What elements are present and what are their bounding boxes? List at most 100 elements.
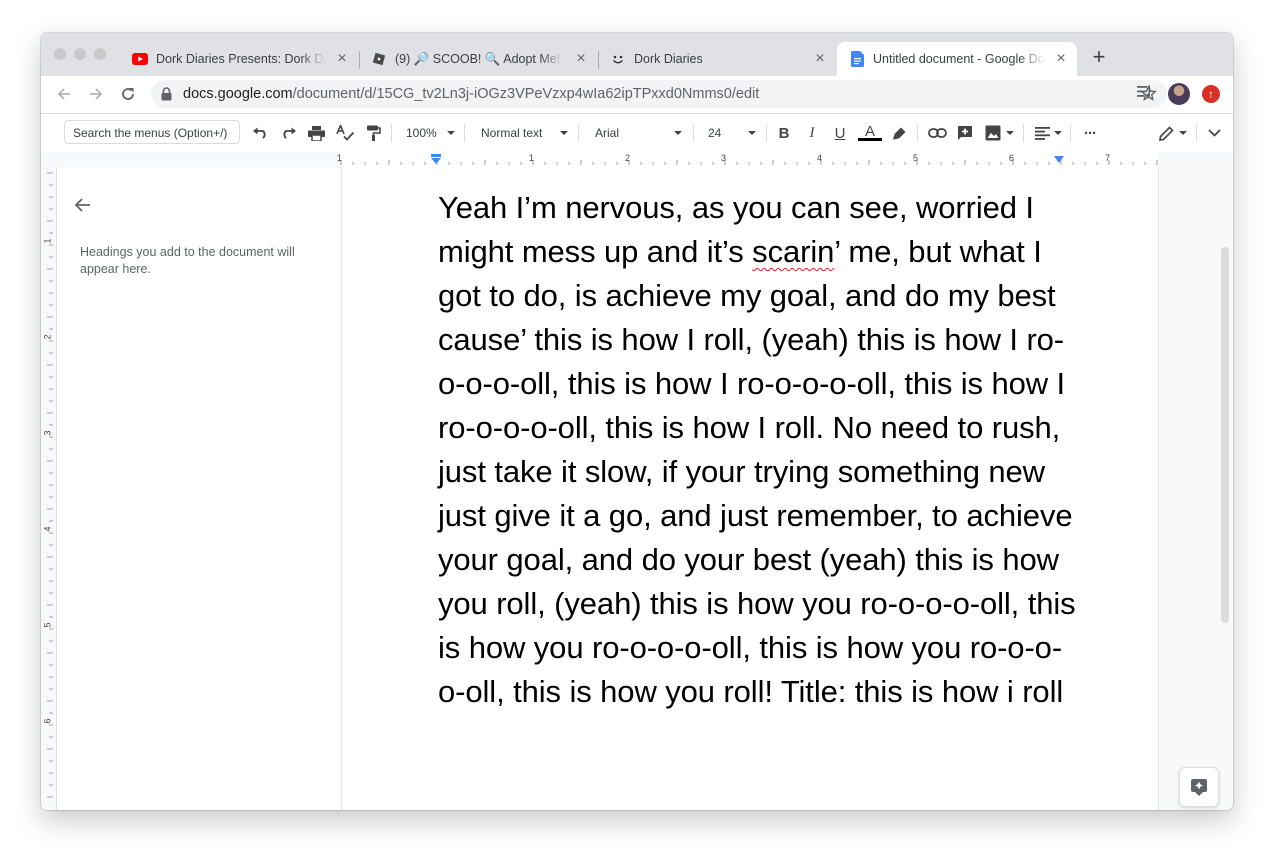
- ruler-label: 7: [1105, 153, 1111, 163]
- align-left-icon[interactable]: [1032, 123, 1052, 143]
- font-select[interactable]: Arial: [595, 123, 619, 143]
- toolbar-divider: [766, 124, 767, 142]
- ruler-label: 6: [1009, 153, 1015, 163]
- explore-sparkle-icon: [1191, 779, 1207, 796]
- font-size-select[interactable]: 24: [708, 123, 721, 143]
- close-window-button[interactable]: [54, 48, 66, 60]
- edit-mode-pencil-icon[interactable]: [1156, 123, 1176, 143]
- address-bar: docs.google.com/document/d/15CG_tv2Ln3j-…: [41, 76, 1233, 114]
- insert-image-icon[interactable]: [983, 123, 1003, 143]
- profile-avatar[interactable]: [1168, 83, 1190, 105]
- toolbar-divider: [1070, 124, 1071, 142]
- document-body-text[interactable]: Yeah I’m nervous, as you can see, worrie…: [438, 186, 1088, 714]
- undo-icon[interactable]: [250, 123, 270, 143]
- insert-comment-icon[interactable]: [955, 123, 975, 143]
- collapse-chevron-icon[interactable]: [1204, 123, 1224, 143]
- chevron-down-icon: [748, 131, 756, 135]
- close-tab-icon[interactable]: ×: [334, 51, 350, 67]
- toolbar-divider: [917, 124, 918, 142]
- style-select[interactable]: Normal text: [481, 123, 542, 143]
- reload-icon[interactable]: [118, 84, 138, 104]
- chevron-down-icon: [1179, 131, 1187, 135]
- toolbar-divider: [578, 124, 579, 142]
- redo-icon[interactable]: [278, 123, 298, 143]
- bold-button[interactable]: B: [775, 123, 793, 143]
- italic-button[interactable]: I: [803, 123, 821, 143]
- document-page[interactable]: Yeah I’m nervous, as you can see, worrie…: [341, 167, 1159, 810]
- tab-untitled-document[interactable]: Untitled document - Google Docs ×: [837, 42, 1077, 76]
- chevron-down-icon: [560, 131, 568, 135]
- horizontal-ruler[interactable]: 1 1 2 3 4 5 6 7: [41, 152, 1233, 168]
- toolbar-divider: [1196, 124, 1197, 142]
- docs-toolbar: Search the menus (Option+/) 100% Normal …: [41, 114, 1233, 153]
- ruler-label: 3: [42, 430, 53, 436]
- chevron-down-icon: [1006, 131, 1014, 135]
- google-docs-icon: [849, 51, 865, 67]
- ruler-label: 3: [721, 153, 727, 163]
- vertical-scrollbar[interactable]: [1221, 247, 1229, 623]
- tab-title: Dork Diaries Presents: Dork Diaries: [156, 52, 326, 66]
- chevron-down-icon: [674, 131, 682, 135]
- update-icon[interactable]: ↑: [1202, 85, 1220, 103]
- lock-icon: [161, 87, 172, 106]
- explore-button[interactable]: [1179, 767, 1219, 807]
- ruler-label: 1: [337, 153, 343, 163]
- highlight-icon[interactable]: [889, 123, 909, 143]
- ruler-label: 2: [42, 334, 53, 340]
- roblox-icon: [371, 51, 387, 67]
- document-text-run: ’ me, but what I got to do, is achieve m…: [438, 234, 1076, 709]
- toolbar-divider: [693, 124, 694, 142]
- toolbar-divider: [464, 124, 465, 142]
- zoom-select[interactable]: 100%: [406, 123, 437, 143]
- minimize-window-button[interactable]: [74, 48, 86, 60]
- toolbar-divider: [391, 124, 392, 142]
- tab-dork-diaries[interactable]: Dork Diaries ×: [598, 42, 836, 76]
- right-margin-marker-icon[interactable]: [1053, 155, 1065, 165]
- text-color-button[interactable]: A: [858, 123, 882, 141]
- tab-title: Untitled document - Google Docs: [873, 52, 1045, 66]
- indent-marker-icon[interactable]: [430, 154, 442, 166]
- ruler-label: 5: [913, 153, 919, 163]
- tab-scoob-adopt-me[interactable]: (9) 🔎 SCOOB! 🔍 Adopt Me! ×: [359, 42, 597, 76]
- ruler-label: 4: [817, 153, 823, 163]
- link-icon[interactable]: [926, 123, 948, 143]
- ruler-label: 2: [625, 153, 631, 163]
- url-host: docs.google.com: [183, 86, 293, 102]
- new-tab-button[interactable]: +: [1089, 46, 1109, 68]
- print-icon[interactable]: [306, 123, 326, 143]
- close-tab-icon[interactable]: ×: [573, 51, 589, 67]
- url-text: docs.google.com/document/d/15CG_tv2Ln3j-…: [183, 86, 759, 102]
- back-icon[interactable]: [54, 84, 74, 104]
- chevron-down-icon: [1054, 131, 1062, 135]
- search-menus-input[interactable]: Search the menus (Option+/): [64, 120, 240, 144]
- paint-format-icon[interactable]: [363, 123, 383, 143]
- ruler-ticks: [47, 172, 53, 798]
- zoom-window-button[interactable]: [94, 48, 106, 60]
- spellcheck-icon[interactable]: [334, 123, 356, 143]
- url-path: /document/d/15CG_tv2Ln3j-iOGz3VPeVzxp4wI…: [292, 86, 760, 102]
- ruler-label: 4: [42, 526, 53, 532]
- youtube-icon: [132, 51, 148, 67]
- ruler-label: 5: [42, 622, 53, 628]
- document-outline-panel: Headings you add to the document will ap…: [57, 167, 339, 810]
- smiley-icon: [610, 51, 626, 67]
- more-options-button[interactable]: ···: [1079, 123, 1101, 143]
- ruler-label: 6: [42, 718, 53, 724]
- outline-empty-message: Headings you add to the document will ap…: [80, 245, 295, 276]
- close-tab-icon[interactable]: ×: [1053, 51, 1069, 67]
- close-outline-arrow-icon[interactable]: [74, 197, 91, 218]
- chevron-down-icon: [447, 131, 455, 135]
- url-bar[interactable]: docs.google.com/document/d/15CG_tv2Ln3j-…: [151, 80, 1167, 108]
- underline-button[interactable]: U: [831, 123, 849, 143]
- ruler-label: 1: [42, 238, 53, 244]
- tab-title: (9) 🔎 SCOOB! 🔍 Adopt Me!: [395, 51, 561, 66]
- browser-window: Dork Diaries Presents: Dork Diaries × (9…: [41, 33, 1233, 810]
- forward-icon[interactable]: [86, 84, 106, 104]
- vertical-ruler[interactable]: 1 2 3 4 5 6: [41, 167, 57, 810]
- media-control-icon[interactable]: [1137, 84, 1155, 105]
- toolbar-divider: [1023, 124, 1024, 142]
- tab-dork-diaries-presents[interactable]: Dork Diaries Presents: Dork Diaries ×: [120, 42, 358, 76]
- ruler-label: 1: [529, 153, 535, 163]
- misspelled-word[interactable]: scarin: [752, 234, 834, 269]
- close-tab-icon[interactable]: ×: [812, 51, 828, 67]
